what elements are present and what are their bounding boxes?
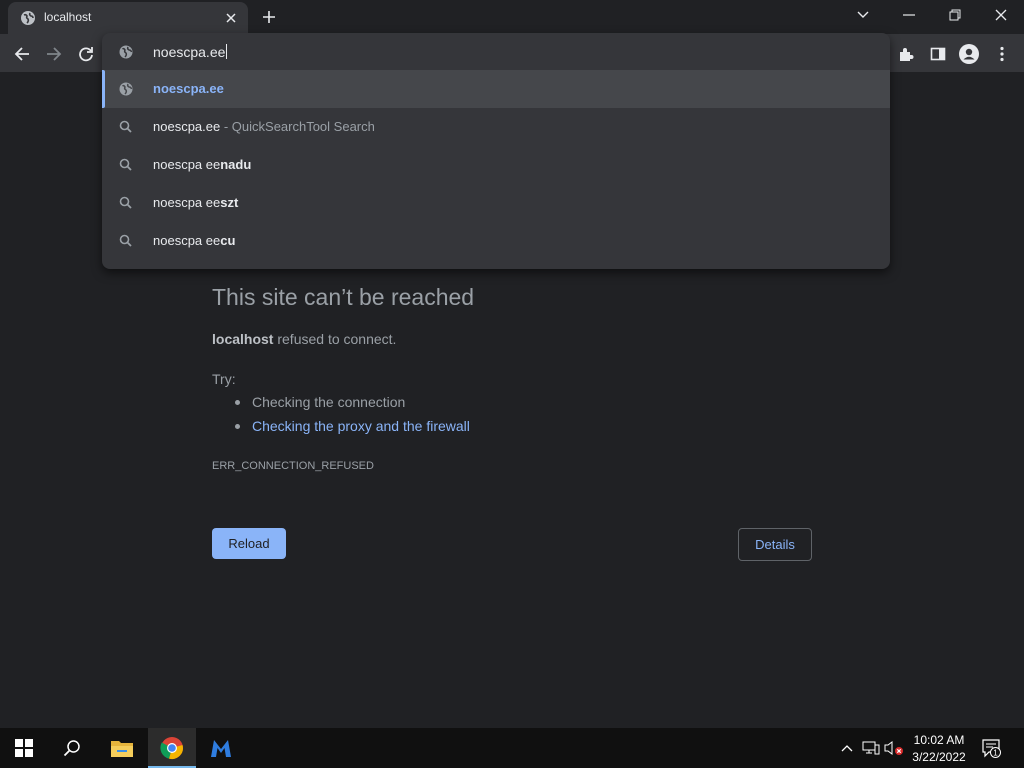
suggestion-text: noescpa eeszt	[153, 195, 238, 210]
omnibox-dropdown: noescpa.ee noescpa.ee noescpa.ee - Quick…	[102, 33, 890, 269]
minimize-button[interactable]	[886, 0, 932, 30]
windows-taskbar: 10:02 AM 3/22/2022 1	[0, 728, 1024, 768]
tab-strip: localhost	[0, 0, 1024, 34]
search-icon[interactable]	[48, 728, 96, 768]
omnibox-input-row[interactable]: noescpa.ee	[102, 33, 890, 70]
clock-time: 10:02 AM	[913, 733, 965, 747]
suggestion-text: noescpa.ee - QuickSearchTool Search	[153, 119, 375, 134]
chrome-taskbar-icon[interactable]	[148, 728, 196, 768]
suggestion-text-main: noescpa ee	[153, 233, 221, 248]
kebab-menu-icon[interactable]	[989, 41, 1015, 67]
globe-icon	[118, 44, 134, 60]
side-panel-icon[interactable]	[925, 41, 951, 67]
suggestion-row[interactable]: noescpa eecu	[102, 222, 890, 260]
reload-icon-button[interactable]	[73, 41, 99, 67]
close-window-button[interactable]	[978, 0, 1024, 30]
address-input[interactable]: noescpa.ee	[153, 44, 228, 60]
error-host: localhost	[212, 331, 274, 347]
tip-check-connection: Checking the connection	[234, 394, 470, 418]
profile-avatar[interactable]	[956, 41, 982, 67]
suggestion-text: noescpa eenadu	[153, 157, 251, 172]
forward-button[interactable]	[41, 41, 67, 67]
suggestion-row[interactable]: noescpa eenadu	[102, 146, 890, 184]
error-title: This site can’t be reached	[212, 284, 475, 310]
volume-muted-icon[interactable]	[884, 738, 904, 758]
suggestion-text-main: noescpa ee	[153, 157, 221, 172]
search-icon	[118, 233, 134, 249]
search-icon	[118, 195, 134, 211]
suggestion-text-main: noescpa.ee	[153, 81, 224, 96]
notification-count: 1	[993, 749, 998, 758]
error-code: ERR_CONNECTION_REFUSED	[212, 460, 374, 472]
network-icon[interactable]	[861, 738, 881, 758]
close-tab-icon[interactable]	[222, 9, 240, 27]
notification-center-icon[interactable]: 1	[981, 738, 1001, 758]
error-message-text: refused to connect.	[273, 331, 397, 347]
suggestion-row[interactable]: noescpa.ee - QuickSearchTool Search	[102, 108, 890, 146]
tip-check-proxy-link[interactable]: Checking the proxy and the firewall	[234, 418, 470, 442]
error-message: localhost refused to connect.	[212, 331, 396, 347]
suggestion-list: Checking the connection Checking the pro…	[234, 394, 470, 442]
globe-icon	[20, 10, 36, 26]
suggestion-text-bold: szt	[220, 195, 239, 210]
suggestion-row[interactable]: noescpa.ee	[102, 70, 890, 108]
search-icon	[118, 157, 134, 173]
clock-date: 3/22/2022	[912, 750, 966, 764]
reload-button[interactable]: Reload	[212, 528, 286, 559]
try-label: Try:	[212, 371, 236, 387]
suggestion-row[interactable]: noescpa eeszt	[102, 184, 890, 222]
suggestion-text-suffix: - QuickSearchTool Search	[220, 119, 375, 134]
malwarebytes-icon[interactable]	[197, 728, 245, 768]
tab-title: localhost	[44, 10, 92, 24]
system-clock[interactable]: 10:02 AM 3/22/2022	[906, 732, 972, 766]
back-button[interactable]	[9, 41, 35, 67]
globe-icon	[118, 81, 134, 97]
suggestion-text: noescpa.ee	[153, 81, 224, 96]
suggestion-text-main: noescpa.ee	[153, 119, 221, 134]
suggestion-text-bold: cu	[220, 233, 236, 248]
text-caret	[226, 44, 228, 59]
tab-search-button[interactable]	[840, 0, 886, 30]
suggestion-text-main: noescpa ee	[153, 195, 221, 210]
suggestion-text: noescpa eecu	[153, 233, 235, 248]
suggestion-text-bold: nadu	[220, 157, 252, 172]
start-button[interactable]	[0, 728, 48, 768]
chrome-window: localhost This site can’t be reached loc…	[0, 0, 1024, 768]
search-icon	[118, 119, 134, 135]
details-button[interactable]: Details	[738, 528, 812, 561]
file-explorer-icon[interactable]	[98, 728, 146, 768]
extensions-icon[interactable]	[893, 41, 919, 67]
restore-button[interactable]	[932, 0, 978, 30]
address-input-text: noescpa.ee	[153, 44, 226, 60]
new-tab-button[interactable]	[259, 7, 279, 27]
tab-localhost[interactable]: localhost	[8, 2, 248, 34]
chevron-up-icon[interactable]	[837, 738, 857, 758]
